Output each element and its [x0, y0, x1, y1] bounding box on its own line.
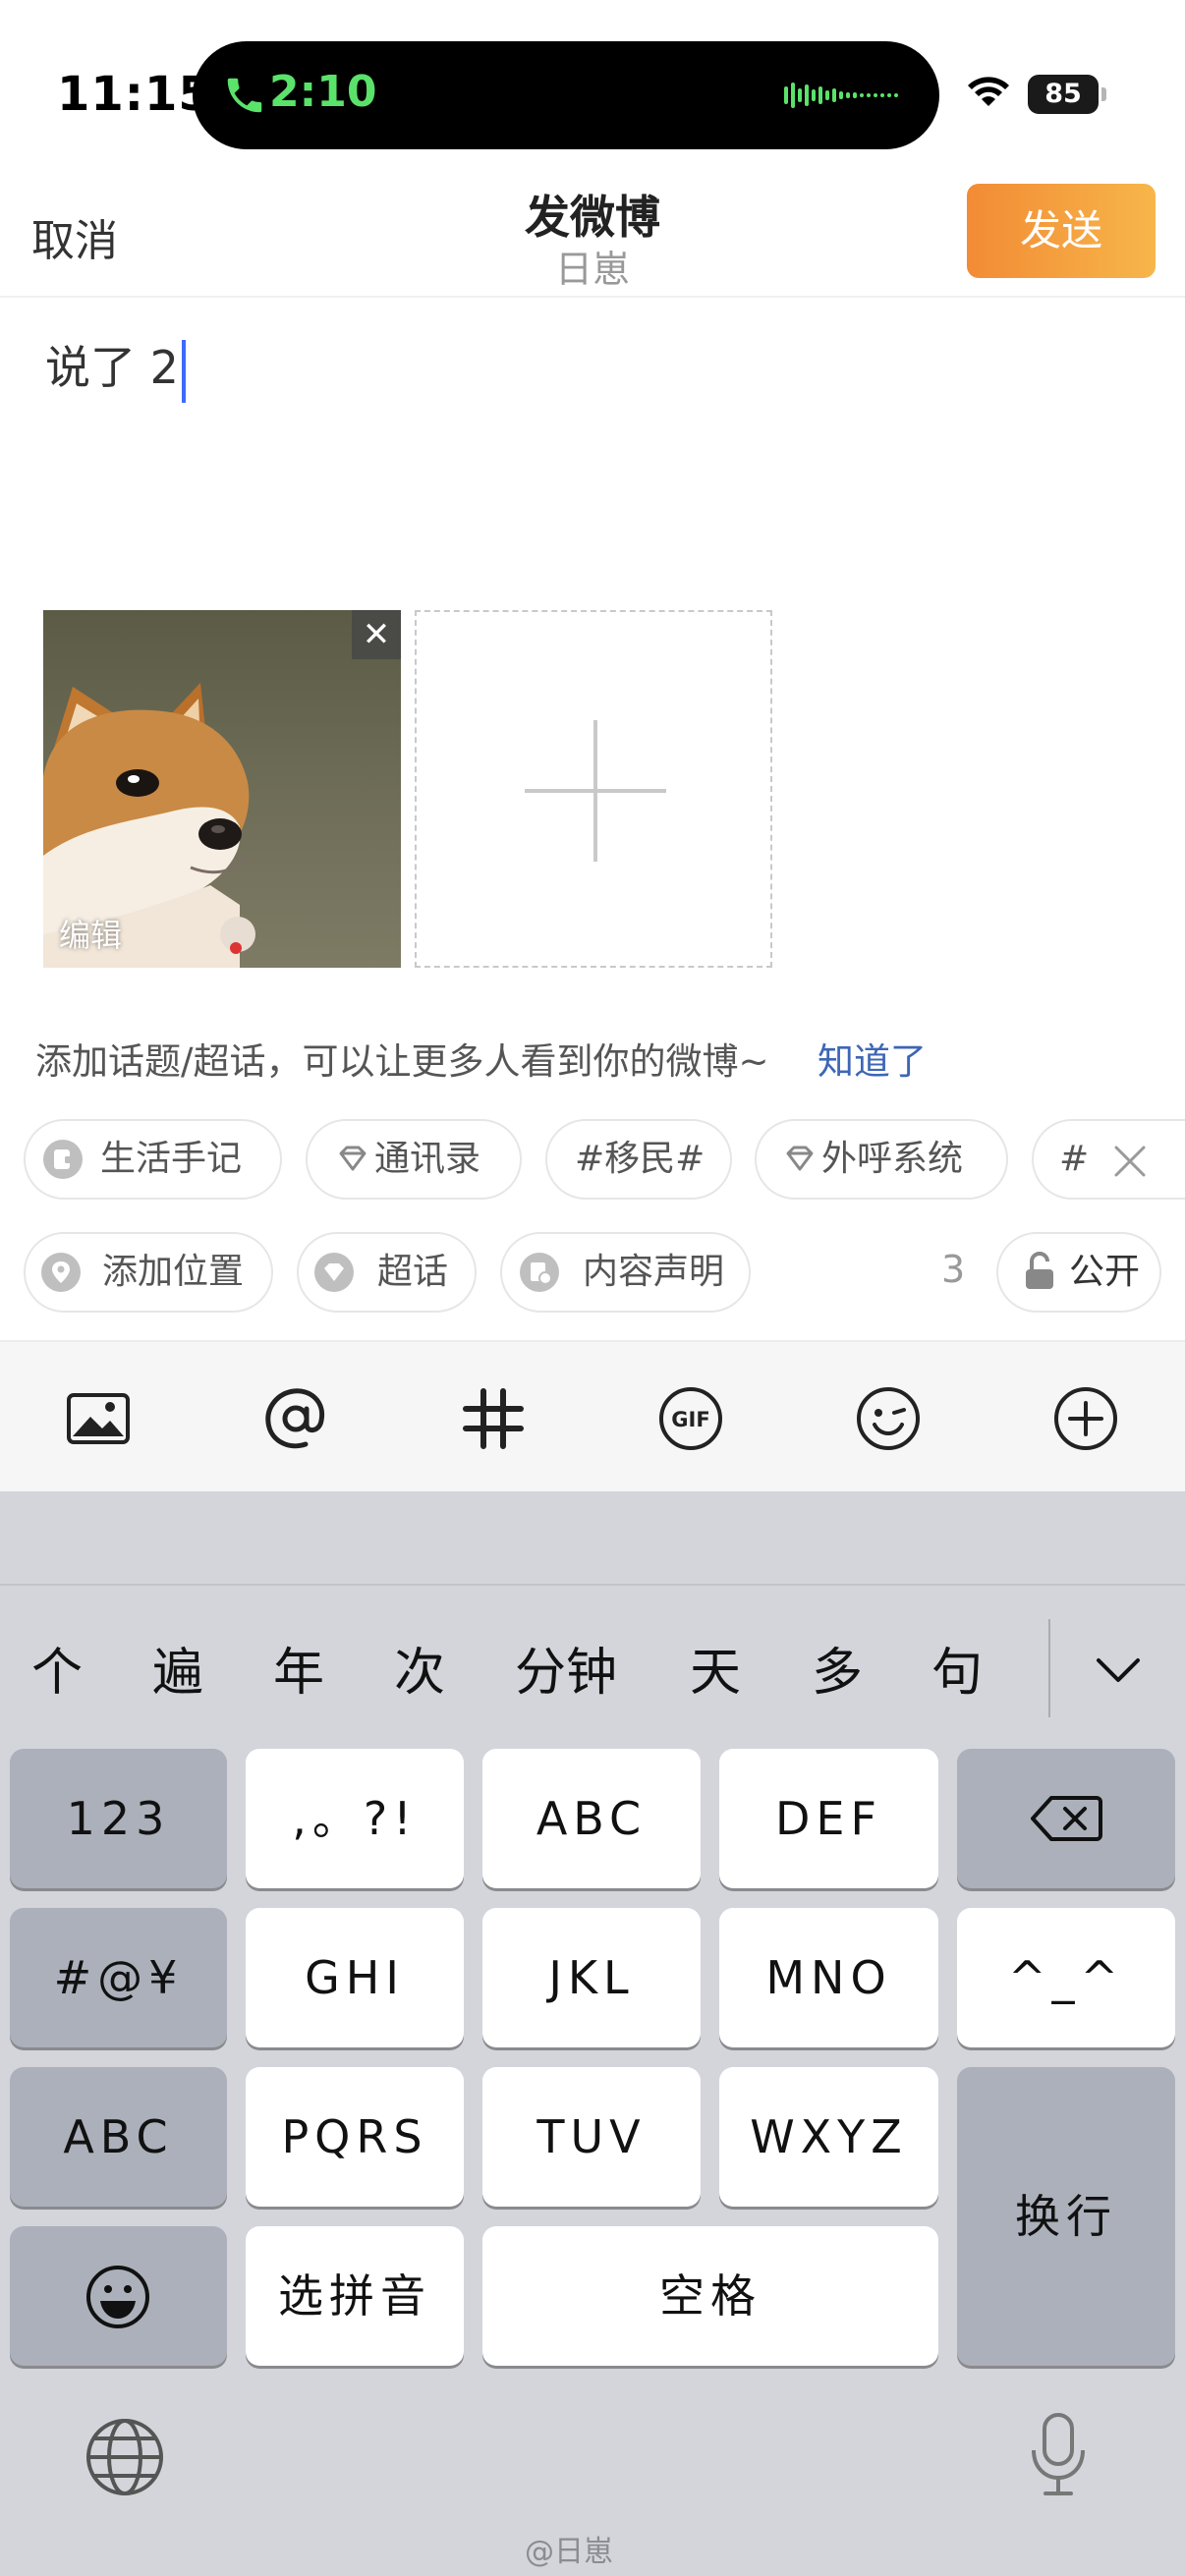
post-text: 说了 2: [45, 341, 179, 394]
chip-label: 生活手记: [100, 1139, 243, 1179]
topic-chip-life-notes[interactable]: 生活手记: [24, 1119, 282, 1200]
backspace-key[interactable]: [957, 1749, 1175, 1888]
candidate-divider: [1048, 1619, 1050, 1717]
battery-icon: 85: [1028, 75, 1106, 114]
candidate-word[interactable]: 天: [690, 1631, 741, 1705]
character-counter: 3: [941, 1248, 966, 1291]
chip-label: 外呼系统: [821, 1139, 964, 1179]
post-text-input[interactable]: 说了 2: [45, 332, 186, 403]
key-punctuation[interactable]: ,。?!: [246, 1749, 464, 1888]
key-pqrs[interactable]: PQRS: [246, 2067, 464, 2207]
compose-toolbar: GIF: [0, 1340, 1185, 1491]
key-abc-mode[interactable]: ABC: [10, 2067, 227, 2207]
dismiss-hint-link[interactable]: 知道了: [818, 1032, 927, 1085]
attached-photo[interactable]: ✕ 编辑: [43, 610, 401, 968]
key-def[interactable]: DEF: [719, 1749, 938, 1888]
compose-header: 取消 发微博 日崽 发送: [0, 172, 1185, 298]
chip-label: #移民#: [575, 1139, 705, 1179]
gif-icon[interactable]: GIF: [655, 1383, 726, 1454]
chip-label: 公开: [1069, 1252, 1141, 1292]
wifi-icon: [968, 77, 1009, 106]
diamond-icon: [339, 1146, 367, 1171]
add-location-chip[interactable]: 添加位置: [24, 1232, 273, 1313]
edit-photo-button[interactable]: 编辑: [59, 911, 122, 956]
chip-label: #: [1059, 1139, 1090, 1179]
hashtag-icon[interactable]: [458, 1383, 529, 1454]
microphone-icon[interactable]: [1028, 2411, 1089, 2499]
globe-icon[interactable]: [85, 2417, 165, 2497]
key-mno[interactable]: MNO: [719, 1908, 938, 2047]
smiley-icon: [86, 2266, 149, 2328]
chip-label: 内容声明: [583, 1252, 725, 1292]
document-icon: [520, 1253, 559, 1292]
text-caret: [181, 339, 186, 403]
phone-icon: [227, 78, 262, 113]
candidate-word[interactable]: 遍: [152, 1631, 203, 1705]
status-bar: 11:15 2:10 85: [0, 0, 1185, 172]
key-wxyz[interactable]: WXYZ: [719, 2067, 938, 2207]
add-photo-button[interactable]: [415, 610, 772, 968]
dynamic-island-call[interactable]: 2:10: [193, 41, 939, 149]
select-pinyin-key[interactable]: 选拼音: [246, 2226, 464, 2366]
diamond-badge-icon: [314, 1253, 354, 1292]
chevron-down-icon[interactable]: [1093, 1651, 1144, 1690]
keyboard: 个 遍 年 次 分钟 天 多 句 123 ,。?! ABC DEF #@¥ GH…: [0, 1491, 1185, 2576]
close-topics-icon[interactable]: [1108, 1140, 1152, 1183]
candidate-word[interactable]: 多: [812, 1631, 863, 1705]
clock: 11:15: [57, 67, 212, 122]
topic-chip-contacts[interactable]: 通讯录: [306, 1119, 522, 1200]
key-emoticon[interactable]: ^_^: [957, 1908, 1175, 2047]
key-ghi[interactable]: GHI: [246, 1908, 464, 2047]
at-icon[interactable]: [260, 1383, 331, 1454]
audio-waveform-icon: [784, 83, 898, 108]
candidate-word[interactable]: 句: [931, 1631, 983, 1705]
content-declaration-chip[interactable]: 内容声明: [500, 1232, 751, 1313]
diamond-icon: [786, 1146, 814, 1171]
call-duration: 2:10: [269, 67, 377, 117]
candidate-word[interactable]: 分钟: [515, 1631, 617, 1705]
key-abc[interactable]: ABC: [482, 1749, 701, 1888]
lock-icon: [1026, 1252, 1053, 1289]
plus-circle-icon[interactable]: [1050, 1383, 1121, 1454]
send-button[interactable]: 发送: [967, 184, 1156, 278]
backspace-icon: [1031, 1796, 1102, 1841]
note-icon: [43, 1140, 83, 1179]
key-jkl[interactable]: JKL: [482, 1908, 701, 2047]
super-topic-chip[interactable]: 超话: [297, 1232, 477, 1313]
topic-chip-immigration[interactable]: #移民#: [545, 1119, 732, 1200]
candidate-word[interactable]: 年: [273, 1631, 324, 1705]
key-symbols[interactable]: #@¥: [10, 1908, 227, 2047]
chip-label: 通讯录: [374, 1139, 481, 1179]
key-123[interactable]: 123: [10, 1749, 227, 1888]
candidate-word[interactable]: 个: [31, 1631, 83, 1705]
candidate-word[interactable]: 次: [394, 1631, 445, 1705]
chip-label: 超话: [377, 1252, 449, 1292]
key-tuv[interactable]: TUV: [482, 2067, 701, 2207]
remove-photo-button[interactable]: ✕: [352, 610, 401, 659]
topic-hint: 添加话题/超话，可以让更多人看到你的微博~: [35, 1040, 769, 1083]
emoji-icon[interactable]: [853, 1383, 924, 1454]
topic-chip-call-system[interactable]: 外呼系统: [755, 1119, 1008, 1200]
chip-label: 添加位置: [102, 1252, 245, 1292]
watermark: @日崽: [525, 2535, 613, 2569]
newline-key[interactable]: 换行: [957, 2067, 1175, 2366]
emoji-key[interactable]: [10, 2226, 227, 2366]
space-key[interactable]: 空格: [482, 2226, 938, 2366]
location-pin-icon: [41, 1253, 81, 1292]
battery-level: 85: [1028, 75, 1099, 114]
image-icon[interactable]: [63, 1383, 134, 1454]
svg-text:GIF: GIF: [671, 1408, 709, 1431]
visibility-chip[interactable]: 公开: [996, 1232, 1161, 1313]
keyboard-top-bar: [0, 1491, 1185, 1586]
